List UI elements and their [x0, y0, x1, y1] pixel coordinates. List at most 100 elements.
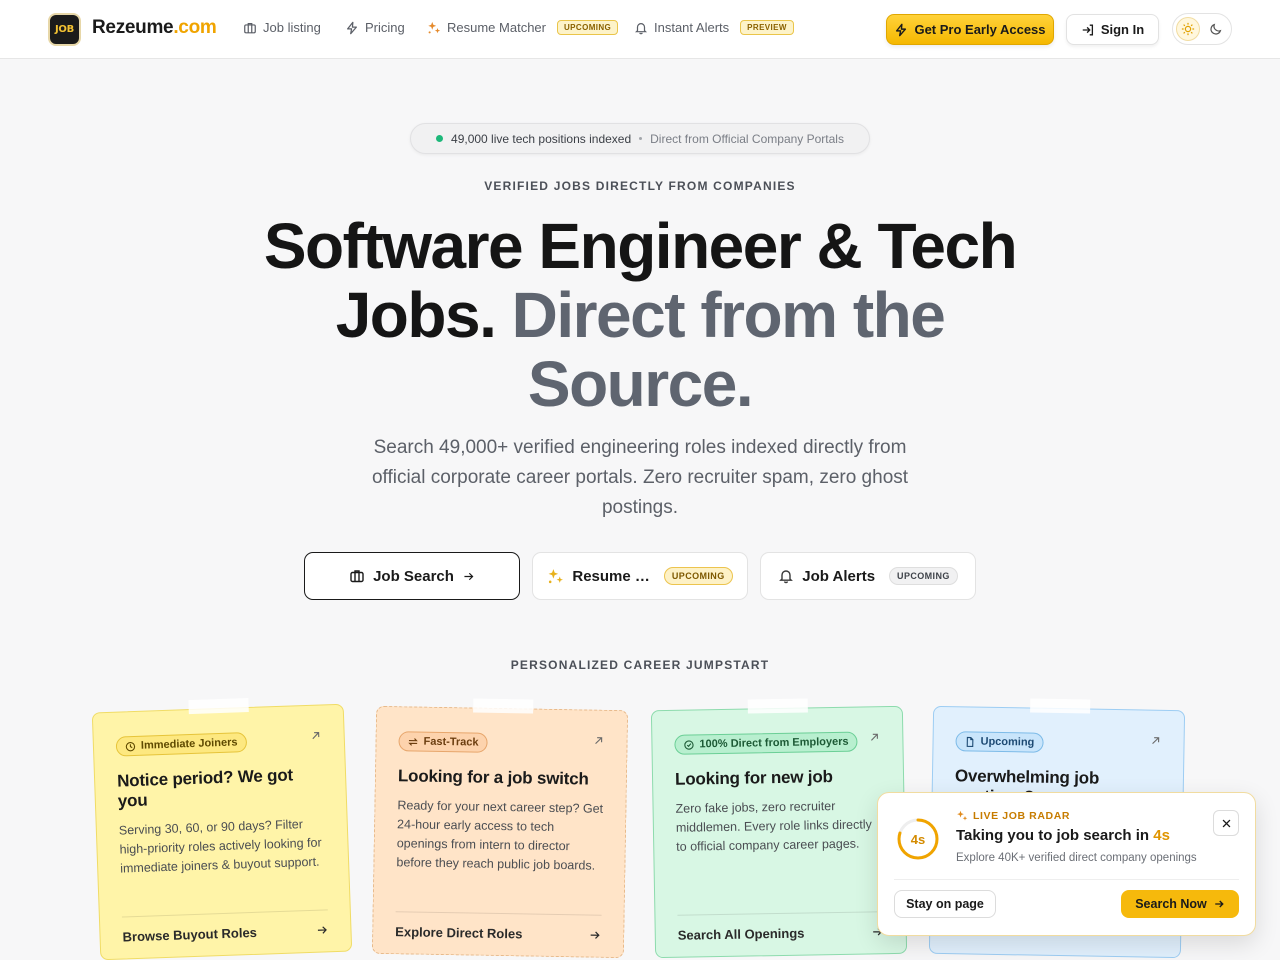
nav-job-listing[interactable]: Job listing [243, 20, 321, 35]
close-icon [1222, 819, 1230, 827]
resume-matcher-button[interactable]: Resume … UPCOMING [532, 552, 748, 600]
sparkles-icon [428, 21, 441, 33]
card-badge: Upcoming [955, 731, 1044, 753]
card-footer-link[interactable]: Search All Openings [677, 911, 884, 943]
briefcase-icon [350, 570, 364, 583]
hero-eyebrow: VERIFIED JOBS DIRECTLY FROM COMPANIES [484, 179, 796, 193]
sign-in-label: Sign In [1100, 22, 1145, 37]
card-footer-link[interactable]: Browse Buyout Roles [121, 909, 329, 945]
arrow-up-right-icon [595, 737, 603, 745]
brand-main: Rezeume [92, 17, 174, 38]
popup-title-seconds: 4s [1153, 827, 1170, 844]
popup-eyebrow-label: LIVE JOB RADAR [973, 810, 1071, 822]
card-badge: Fast-Track [398, 731, 488, 753]
job-search-button[interactable]: Job Search [304, 552, 520, 600]
card-badge: 100% Direct from Employers [674, 731, 858, 755]
search-now-label: Search Now [1135, 897, 1207, 911]
search-now-button[interactable]: Search Now [1121, 890, 1239, 918]
check-circle-icon [684, 739, 694, 750]
stay-on-page-button[interactable]: Stay on page [894, 890, 996, 918]
card-footer-label: Search All Openings [677, 925, 805, 943]
arrow-right-icon [1215, 900, 1224, 908]
get-pro-button[interactable]: Get Pro Early Access [886, 14, 1054, 45]
popup-divider [894, 879, 1239, 880]
card-footer-label: Browse Buyout Roles [122, 924, 258, 945]
card-title: Looking for new job [674, 766, 833, 789]
nav-instant-alerts[interactable]: Instant Alerts PREVIEW [634, 20, 794, 35]
status-secondary: Direct from Official Company Portals [650, 131, 844, 146]
tape-decoration [473, 698, 534, 714]
nav-instant-alerts-label: Instant Alerts [654, 20, 730, 35]
hero-subtitle: Search 49,000+ verified engineering role… [371, 437, 909, 518]
hero-title-grey: Direct from the Source. [511, 279, 946, 420]
arrow-right-icon [464, 572, 474, 580]
switch-icon [408, 737, 418, 746]
card-body: Serving 30, 60, or 90 days? Filter high-… [118, 816, 322, 876]
card-body: Ready for your next career step? Get 24-… [396, 797, 604, 873]
arrow-right-icon [590, 931, 600, 939]
job-alerts-label: Job Alerts [802, 567, 876, 585]
card-job-switch[interactable]: Fast-Track Looking for a job switch Read… [371, 698, 629, 959]
card-title: Looking for a job switch [397, 765, 589, 789]
card-badge: Immediate Joiners [115, 732, 247, 757]
popup-title: Taking you to job search in 4s [956, 827, 1170, 844]
card-footer-label: Explore Direct Roles [395, 924, 523, 942]
hero-title: Software Engineer & Tech Jobs. Direct fr… [240, 212, 1040, 419]
job-radar-popup: 4s LIVE JOB RADAR Taking you to job sear… [877, 792, 1256, 936]
card-badge-label: Fast-Track [423, 735, 479, 749]
upcoming-badge: UPCOMING [889, 567, 958, 585]
upcoming-badge: UPCOMING [663, 567, 733, 585]
nav-pricing-label: Pricing [365, 20, 405, 35]
job-alerts-button[interactable]: Job Alerts UPCOMING [760, 552, 976, 600]
card-title: Notice period? We got you [116, 764, 294, 811]
brand-name[interactable]: Rezeume.com [92, 17, 217, 39]
status-primary: 49,000 live tech positions indexed [451, 131, 632, 146]
top-navbar: JOB Rezeume.com Job listing Pricing Resu… [0, 0, 1280, 59]
jumpstart-heading: PERSONALIZED CAREER JUMPSTART [510, 658, 770, 672]
close-button[interactable] [1213, 810, 1239, 836]
card-footer-link[interactable]: Explore Direct Roles [395, 911, 602, 943]
bell-icon [634, 22, 648, 34]
popup-eyebrow: LIVE JOB RADAR [956, 810, 1070, 822]
theme-toggle[interactable] [1172, 13, 1232, 45]
card-body: Zero fake jobs, zero recruiter middlemen… [675, 798, 872, 854]
card-badge-label: Upcoming [980, 735, 1035, 749]
card-badge-label: Immediate Joiners [140, 736, 238, 752]
briefcase-icon [244, 22, 256, 33]
login-icon [1082, 24, 1093, 35]
card-immediate-joiners[interactable]: Immediate Joiners Notice period? We got … [91, 697, 353, 960]
sun-icon [1181, 22, 1195, 36]
arrow-right-icon [317, 926, 327, 934]
live-dot [436, 135, 444, 142]
sparkles-icon [957, 810, 968, 821]
nav-resume-matcher-label: Resume Matcher [447, 20, 546, 35]
logo[interactable]: JOB [48, 13, 81, 46]
sparkles-icon [548, 568, 564, 583]
popup-title-prefix: Taking you to job search in [956, 827, 1154, 844]
brand-tld: .com [173, 17, 217, 38]
logo-text: JOB [55, 24, 74, 35]
nav-resume-matcher[interactable]: Resume Matcher UPCOMING [427, 20, 619, 35]
bolt-icon [896, 23, 907, 36]
live-status-pill: 49,000 live tech positions indexed Direc… [410, 123, 870, 154]
countdown-label: 4s [910, 831, 926, 847]
nav-job-listing-label: Job listing [263, 20, 321, 35]
light-mode-option[interactable] [1176, 17, 1200, 41]
dark-mode-option[interactable] [1204, 17, 1228, 41]
popup-subtitle: Explore 40K+ verified direct company ope… [956, 852, 1197, 864]
arrow-up-right-icon [1152, 737, 1160, 745]
document-icon [966, 736, 974, 747]
clock-icon [125, 741, 136, 751]
nav-pricing[interactable]: Pricing [345, 20, 405, 35]
card-new-job[interactable]: 100% Direct from Employers Looking for n… [650, 698, 908, 959]
bolt-icon [347, 21, 357, 34]
tape-decoration [188, 697, 249, 715]
arrow-up-right-icon [312, 731, 320, 740]
bell-icon [779, 570, 794, 584]
upcoming-badge: UPCOMING [556, 20, 619, 35]
arrow-up-right-icon [871, 733, 878, 741]
resume-matcher-label: Resume … [572, 567, 650, 585]
get-pro-label: Get Pro Early Access [914, 22, 1046, 37]
job-search-label: Job Search [373, 567, 454, 585]
sign-in-button[interactable]: Sign In [1066, 14, 1159, 45]
